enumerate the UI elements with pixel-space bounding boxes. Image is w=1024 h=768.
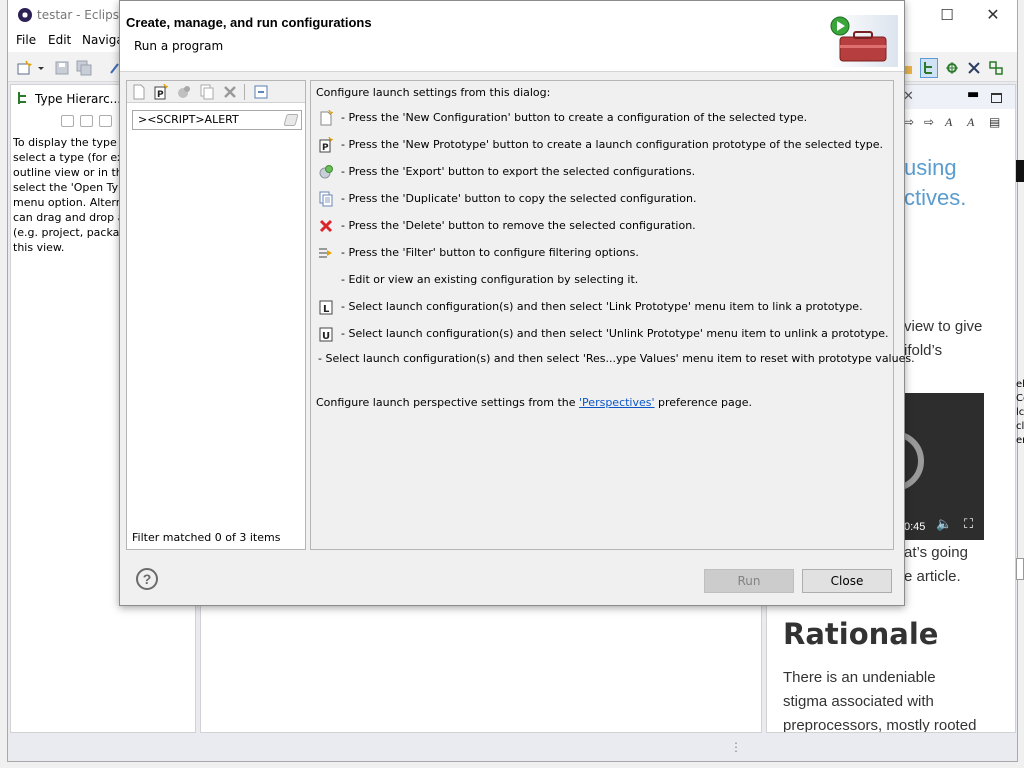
filter-status: Filter matched 0 of 3 items: [132, 531, 281, 544]
forward-icon[interactable]: ⇨: [924, 115, 934, 129]
type-hierarchy-tab-label: Type Hierarc...: [35, 92, 122, 106]
video-player[interactable]: 0:45 🔈 ⛶: [864, 393, 984, 540]
run-button[interactable]: Run: [704, 569, 794, 593]
run-toolbox-icon: [828, 15, 898, 67]
article-paragraph-2: at’s going e article.: [904, 544, 968, 585]
rationale-heading: Rationale: [783, 617, 939, 651]
right-edge-block: [1016, 160, 1024, 182]
help-button[interactable]: ?: [136, 568, 158, 590]
svg-text:U: U: [322, 331, 330, 342]
new-prototype-icon: P: [319, 137, 334, 153]
filter-input[interactable]: ><SCRIPT>ALERT: [132, 110, 302, 130]
run-configurations-dialog: Create, manage, and run configurations R…: [119, 0, 915, 606]
delete-icon[interactable]: [222, 84, 238, 100]
info-row-text: - Select launch configuration(s) and the…: [341, 300, 863, 313]
menu-edit[interactable]: Edit: [48, 33, 71, 47]
close-window-button[interactable]: ✕: [984, 6, 1002, 24]
save-icon[interactable]: [54, 60, 70, 76]
font-larger-icon[interactable]: A: [967, 115, 974, 130]
new-dropdown-icon[interactable]: [36, 60, 46, 76]
fullscreen-icon[interactable]: ⛶: [964, 517, 973, 532]
article-heading-line-2: ctives.: [904, 185, 967, 210]
delete-icon: [319, 219, 333, 233]
duplicate-icon: [319, 191, 333, 207]
launch-settings-info-panel: Configure launch settings from this dial…: [310, 80, 915, 550]
unlink-prototype-icon: U: [319, 327, 333, 342]
x-tool-icon[interactable]: [966, 60, 982, 76]
perspective-prefix: Configure launch perspective settings fr…: [316, 396, 580, 409]
link-prototype-icon: L: [319, 300, 333, 315]
dialog-subtitle: Run a program: [134, 39, 224, 53]
status-grip-icon: ⋮: [730, 740, 742, 754]
outline-icon[interactable]: ▤: [989, 115, 1000, 129]
filter-icon: [319, 248, 332, 258]
export-icon[interactable]: [176, 84, 192, 100]
right-edge-text: el Co lc cl er: [1016, 379, 1024, 446]
dialog-title: Create, manage, and run configurations: [126, 15, 372, 30]
connect-icon[interactable]: [988, 60, 1004, 76]
eclipse-logo-icon: [18, 8, 32, 22]
new-config-icon: [320, 110, 334, 126]
supertype-icon[interactable]: [61, 115, 74, 127]
close-button[interactable]: Close: [802, 569, 892, 593]
info-row-text: - Press the 'Export' button to export th…: [341, 165, 696, 178]
maximize-view-icon[interactable]: [991, 93, 1002, 103]
back-icon[interactable]: ⇨: [904, 115, 914, 129]
new-icon[interactable]: [16, 60, 32, 76]
filter-input-value: ><SCRIPT>ALERT: [138, 113, 239, 126]
duplicate-icon[interactable]: [199, 84, 215, 100]
toolbar-separator: [244, 84, 245, 100]
font-smaller-icon[interactable]: A: [945, 115, 952, 130]
clear-filter-icon[interactable]: [283, 114, 299, 126]
info-row-text: - Press the 'Delete' button to remove th…: [341, 219, 696, 232]
perspective-suffix: preference page.: [654, 396, 753, 409]
info-row-text: - Press the 'Filter' button to configure…: [341, 246, 639, 259]
save-all-icon[interactable]: [76, 60, 92, 76]
info-row-text: - Press the 'New Prototype' button to cr…: [341, 138, 884, 151]
type-icon[interactable]: [99, 115, 112, 127]
right-edge-box: [1016, 558, 1024, 580]
new-prototype-icon[interactable]: P: [153, 84, 169, 100]
article-heading-line-1: using: [904, 155, 957, 180]
info-row-text: - Press the 'New Configuration' button t…: [341, 111, 808, 124]
dialog-header: Create, manage, and run configurations R…: [120, 1, 904, 72]
hierarchy-icon[interactable]: [920, 58, 938, 78]
svg-text:P: P: [157, 90, 164, 100]
new-config-icon[interactable]: [131, 84, 147, 100]
subtype-icon[interactable]: [80, 115, 93, 127]
info-row-text: - Press the 'Duplicate' button to copy t…: [341, 192, 697, 205]
export-icon: [319, 165, 333, 179]
article-paragraph-3: There is an undeniable stigma associated…: [783, 669, 977, 733]
article-paragraph-1: view to give ifold’s: [904, 318, 983, 359]
svg-text:L: L: [323, 304, 330, 315]
type-hierarchy-toolbar: [61, 115, 118, 131]
perspective-settings-line: Configure launch perspective settings fr…: [316, 396, 752, 409]
volume-icon[interactable]: 🔈: [936, 517, 952, 532]
bug-icon[interactable]: [944, 60, 960, 76]
type-hierarchy-icon: [18, 92, 26, 104]
collapse-all-icon[interactable]: [253, 84, 269, 100]
maximize-button[interactable]: ☐: [938, 6, 956, 24]
toolbar-overflow-icon[interactable]: [904, 60, 914, 76]
configuration-toolbar: P: [127, 81, 305, 103]
video-time: 0:45: [904, 521, 926, 533]
minimize-view-icon[interactable]: ▬: [967, 87, 979, 102]
configuration-tree-panel: P ><SCRIPT>ALERT Filter matched 0 of 3 i…: [126, 80, 306, 550]
info-row-text: - Edit or view an existing configuration…: [341, 273, 639, 286]
menu-file[interactable]: File: [16, 33, 36, 47]
info-row-reset-prototype: - Select launch configuration(s) and the…: [318, 352, 915, 365]
info-row-text: - Select launch configuration(s) and the…: [341, 327, 889, 340]
perspectives-link[interactable]: 'Perspectives': [579, 396, 655, 409]
svg-text:P: P: [322, 143, 329, 153]
editor-area[interactable]: [200, 600, 762, 733]
info-intro-text: Configure launch settings from this dial…: [316, 86, 551, 99]
type-hierarchy-help-text: To display the type h select a type (for…: [13, 136, 123, 254]
